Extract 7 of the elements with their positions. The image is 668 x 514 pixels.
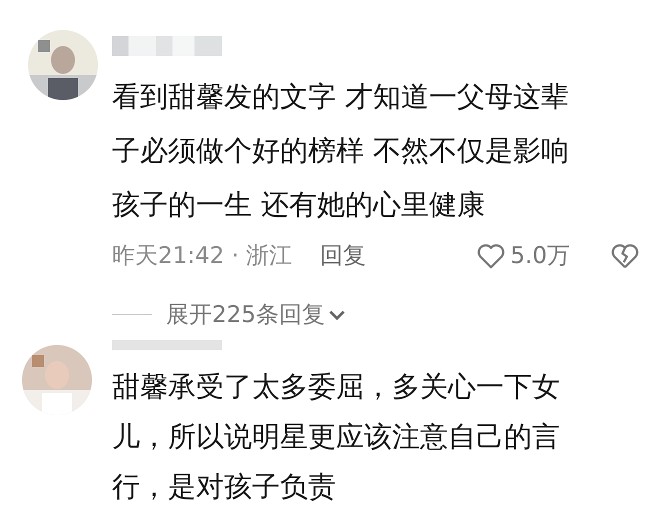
- comment-text: 甜馨承受了太多委屈，多关心一下女 儿，所以说明星更应该注意自己的言 行，是对孩子负责: [112, 369, 561, 505]
- chevron-down-icon: [328, 310, 345, 320]
- comment-text: 看到甜馨发的文字 才知道一父母这辈 子必须做个好的榜样 不然不仅是影响 孩子的一生 还有她的心里健康: [112, 79, 570, 223]
- reply-link[interactable]: 回复: [320, 240, 366, 271]
- expand-replies-button[interactable]: 展开225条回复: [166, 299, 345, 330]
- comment-time: 昨天21:42 · 浙江: [112, 242, 292, 271]
- like-button[interactable]: 5.0万: [476, 240, 570, 271]
